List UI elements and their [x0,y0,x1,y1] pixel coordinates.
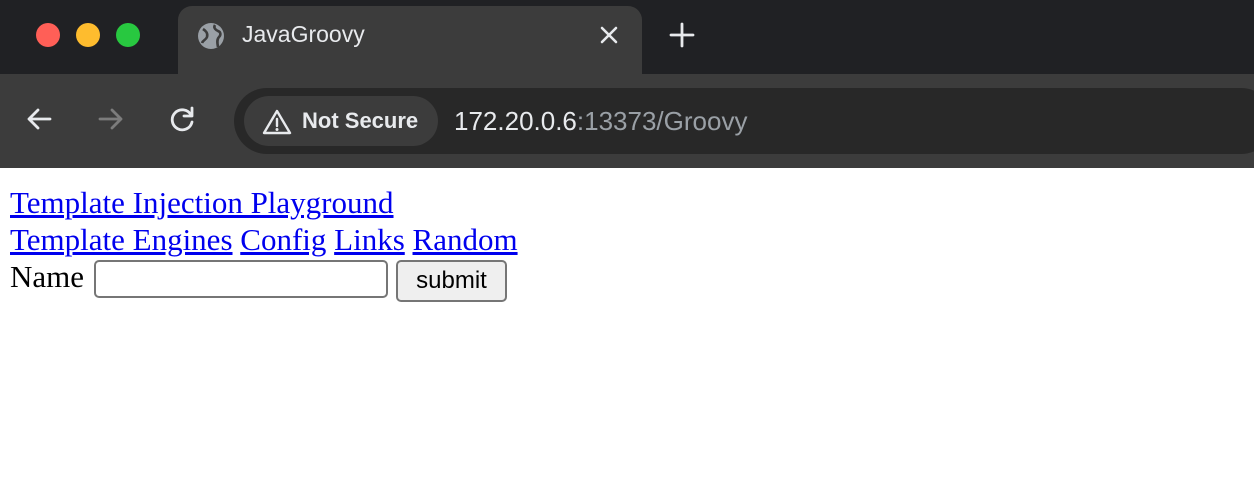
security-label: Not Secure [302,108,419,133]
back-arrow-icon[interactable] [22,102,56,136]
window-close-button[interactable] [36,23,60,47]
url-text[interactable]: 172.20.0.6:13373/Groovy [454,105,747,137]
globe-icon [198,23,224,49]
browser-tab[interactable]: JavaGroovy [178,6,642,74]
address-bar[interactable]: Not Secure 172.20.0.6:13373/Groovy [234,88,1254,154]
reload-icon[interactable] [165,102,199,136]
security-chip[interactable]: Not Secure [244,96,438,146]
window-maximize-button[interactable] [116,23,140,47]
page-content: Template Injection Playground Template E… [0,168,1254,498]
link-template-engines[interactable]: Template Engines [10,222,233,257]
url-host: 172.20.0.6 [454,106,577,136]
tab-title: JavaGroovy [242,21,365,47]
title-link[interactable]: Template Injection Playground [10,185,394,220]
close-icon[interactable] [596,22,622,48]
title-line: Template Injection Playground [10,184,394,221]
submit-button[interactable]: submit [396,260,507,302]
browser-toolbar: Not Secure 172.20.0.6:13373/Groovy [0,74,1254,168]
link-random[interactable]: Random [413,222,518,257]
forward-arrow-icon[interactable] [94,102,128,136]
link-links[interactable]: Links [334,222,405,257]
link-config[interactable]: Config [240,222,326,257]
browser-chrome: JavaGroovy Not Secure 172.20.0.6:13373/G… [0,0,1254,168]
name-input[interactable] [94,260,388,298]
warning-triangle-icon [262,109,292,135]
name-label: Name [10,259,85,294]
url-path: :13373/Groovy [576,106,748,136]
nav-links: Template Engines Config Links Random [10,221,518,258]
window-minimize-button[interactable] [76,23,100,47]
tab-strip: JavaGroovy [0,0,1254,74]
new-tab-plus-icon[interactable] [666,19,698,51]
